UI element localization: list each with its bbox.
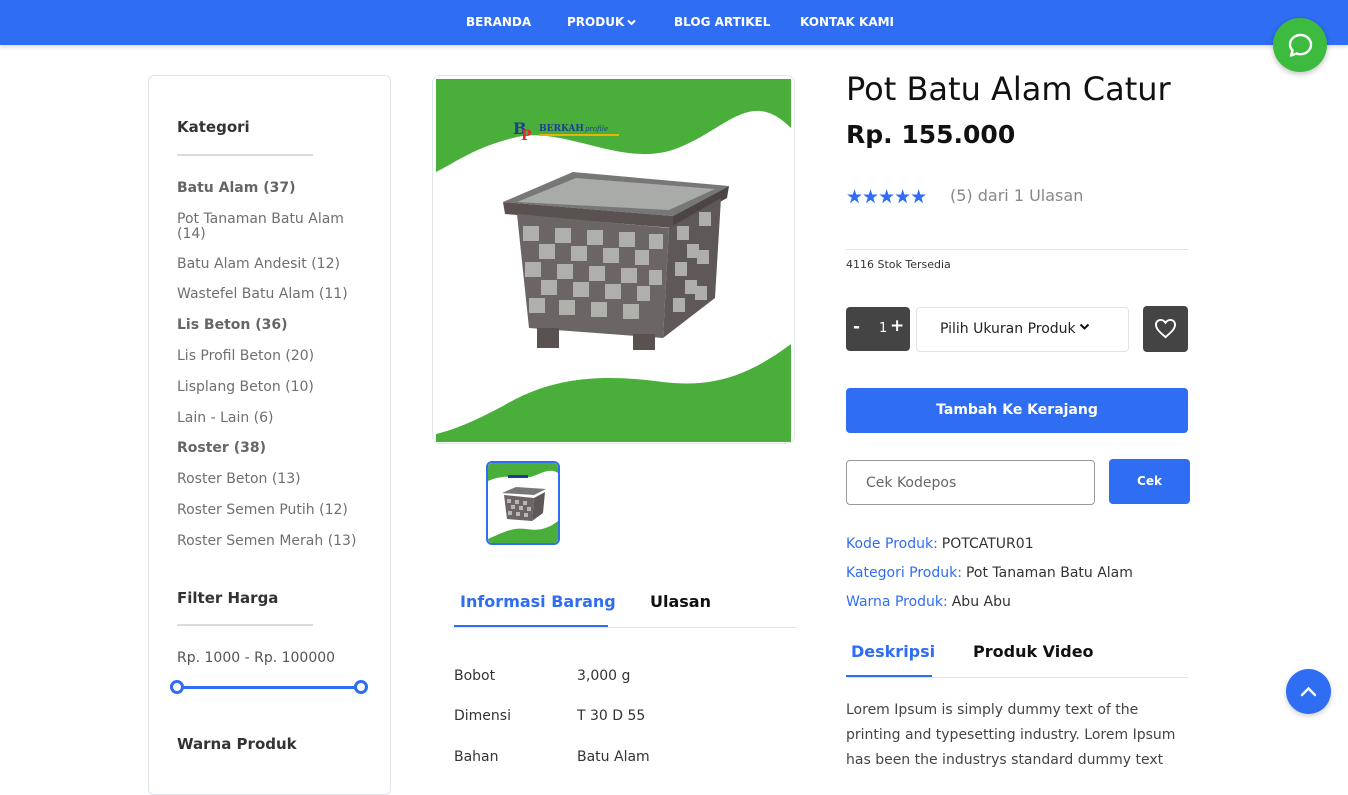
- nav-beranda[interactable]: BERANDA: [466, 15, 531, 29]
- zip-code-input[interactable]: [846, 460, 1095, 505]
- active-tab-indicator: [846, 675, 932, 677]
- category-item[interactable]: Wastefel Batu Alam (11): [177, 287, 367, 302]
- price-filter-title: Filter Harga: [177, 589, 279, 607]
- stock-text: 4116 Stok Tersedia: [846, 258, 951, 271]
- category-item[interactable]: Roster Beton (13): [177, 472, 367, 487]
- product-image-artwork: B P BERKAH profile: [436, 79, 793, 442]
- category-item[interactable]: Batu Alam Andesit (12): [177, 257, 367, 272]
- description-tabs: Deskripsi Produk Video: [846, 632, 1188, 678]
- price-slider-track[interactable]: [177, 686, 363, 689]
- chat-button[interactable]: [1273, 18, 1327, 72]
- meta-key: Warna Produk:: [846, 594, 948, 610]
- spec-value-bahan: Batu Alam: [577, 749, 650, 765]
- chevron-up-icon: [1300, 686, 1317, 697]
- tab-deskripsi[interactable]: Deskripsi: [851, 642, 935, 661]
- meta-value[interactable]: Pot Tanaman Batu Alam: [966, 565, 1133, 581]
- nav-produk[interactable]: PRODUK: [567, 15, 636, 29]
- price-filter-divider: [177, 624, 313, 626]
- description-text: Lorem Ipsum is simply dummy text of the …: [846, 702, 1176, 768]
- product-price: Rp. 155.000: [846, 120, 1016, 149]
- qty-decrement-button[interactable]: -: [853, 317, 860, 337]
- check-zip-button[interactable]: Cek: [1109, 459, 1190, 504]
- nav-produk-label: PRODUK: [567, 15, 625, 29]
- size-select[interactable]: Pilih Ukuran Produk: [916, 307, 1129, 352]
- top-navbar: BERANDA PRODUK BLOG ARTIKEL KONTAK KAMI: [0, 0, 1348, 45]
- meta-key: Kategori Produk:: [846, 565, 962, 581]
- meta-product-category: Kategori Produk: Pot Tanaman Batu Alam: [846, 565, 1133, 581]
- scroll-top-button[interactable]: [1286, 669, 1331, 714]
- qty-increment-button[interactable]: +: [890, 316, 904, 336]
- product-thumbnail[interactable]: [486, 461, 560, 545]
- svg-text:profile: profile: [585, 125, 608, 133]
- category-divider: [177, 154, 313, 156]
- tab-produk-video[interactable]: Produk Video: [973, 642, 1094, 661]
- svg-text:P: P: [521, 128, 532, 144]
- add-to-cart-button[interactable]: Tambah Ke Kerajang: [846, 388, 1188, 433]
- nav-blog-artikel[interactable]: BLOG ARTIKEL: [674, 15, 770, 29]
- sidebar: Kategori Batu Alam (37) Pot Tanaman Batu …: [148, 75, 391, 795]
- rating-stars-icon: ★★★★★: [846, 186, 927, 208]
- chevron-down-icon: [1079, 323, 1090, 330]
- category-title: Kategori: [177, 118, 250, 136]
- active-tab-indicator: [454, 625, 608, 627]
- category-item[interactable]: Batu Alam (37): [177, 181, 367, 196]
- spec-label-dimensi: Dimensi: [454, 708, 511, 724]
- spec-value-bobot: 3,000 g: [577, 668, 631, 684]
- category-item[interactable]: Roster (38): [177, 441, 367, 456]
- info-tabs: Informasi Barang Ulasan: [454, 580, 796, 628]
- product-title: Pot Batu Alam Catur: [846, 70, 1171, 108]
- price-slider-min-handle[interactable]: [170, 680, 184, 694]
- spec-label-bahan: Bahan: [454, 749, 499, 765]
- category-item[interactable]: Lain - Lain (6): [177, 411, 367, 426]
- qty-value[interactable]: 1: [879, 321, 887, 336]
- tab-ulasan[interactable]: Ulasan: [650, 592, 711, 611]
- category-item[interactable]: Roster Semen Putih (12): [177, 503, 367, 518]
- divider: [846, 249, 1188, 250]
- spec-value-dimensi: T 30 D 55: [577, 708, 646, 724]
- spec-label-bobot: Bobot: [454, 668, 496, 684]
- svg-text:BERKAH: BERKAH: [539, 124, 584, 134]
- size-select-label: Pilih Ukuran Produk: [940, 321, 1076, 337]
- thumbnail-artwork: [488, 463, 558, 543]
- category-item[interactable]: Pot Tanaman Batu Alam (14): [177, 212, 367, 242]
- quantity-stepper: - 1 +: [846, 307, 910, 351]
- category-item[interactable]: Lis Beton (36): [177, 318, 367, 333]
- meta-product-code: Kode Produk: POTCATUR01: [846, 536, 1034, 552]
- color-filter-title: Warna Produk: [177, 735, 297, 753]
- tab-informasi-barang[interactable]: Informasi Barang: [460, 592, 616, 611]
- category-item[interactable]: Roster Semen Merah (13): [177, 534, 367, 549]
- wishlist-button[interactable]: [1143, 306, 1188, 352]
- nav-kontak-kami[interactable]: KONTAK KAMI: [800, 15, 894, 29]
- price-range-text: Rp. 1000 - Rp. 100000: [177, 650, 336, 666]
- rating-text[interactable]: (5) dari 1 Ulasan: [950, 186, 1083, 205]
- meta-value: Abu Abu: [951, 594, 1011, 610]
- chat-bubble-icon: [1288, 33, 1313, 57]
- chevron-down-icon: [627, 19, 636, 26]
- category-item[interactable]: Lisplang Beton (10): [177, 380, 367, 395]
- category-item[interactable]: Lis Profil Beton (20): [177, 349, 367, 364]
- heart-icon: [1154, 318, 1177, 339]
- meta-key: Kode Produk:: [846, 536, 938, 552]
- meta-value: POTCATUR01: [941, 536, 1034, 552]
- meta-product-color: Warna Produk: Abu Abu: [846, 594, 1011, 610]
- product-main-image[interactable]: B P BERKAH profile: [432, 75, 795, 444]
- price-slider-max-handle[interactable]: [354, 680, 368, 694]
